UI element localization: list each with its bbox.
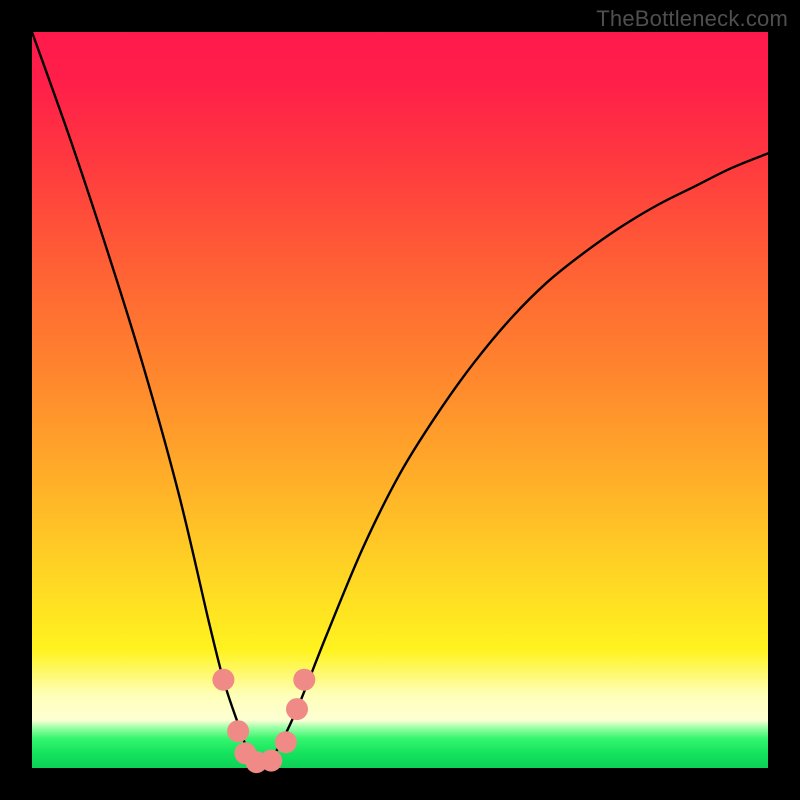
plot-area [32, 32, 768, 768]
chart-svg [32, 32, 768, 768]
curve-marker [212, 669, 234, 691]
curve-marker [227, 720, 249, 742]
curve-marker [260, 750, 282, 772]
curve-marker [275, 731, 297, 753]
bottleneck-curve [32, 32, 768, 764]
curve-path [32, 32, 768, 764]
curve-marker [293, 669, 315, 691]
chart-frame: TheBottleneck.com [0, 0, 800, 800]
curve-marker [286, 698, 308, 720]
highlighted-points [212, 669, 315, 773]
watermark-text: TheBottleneck.com [596, 6, 788, 32]
